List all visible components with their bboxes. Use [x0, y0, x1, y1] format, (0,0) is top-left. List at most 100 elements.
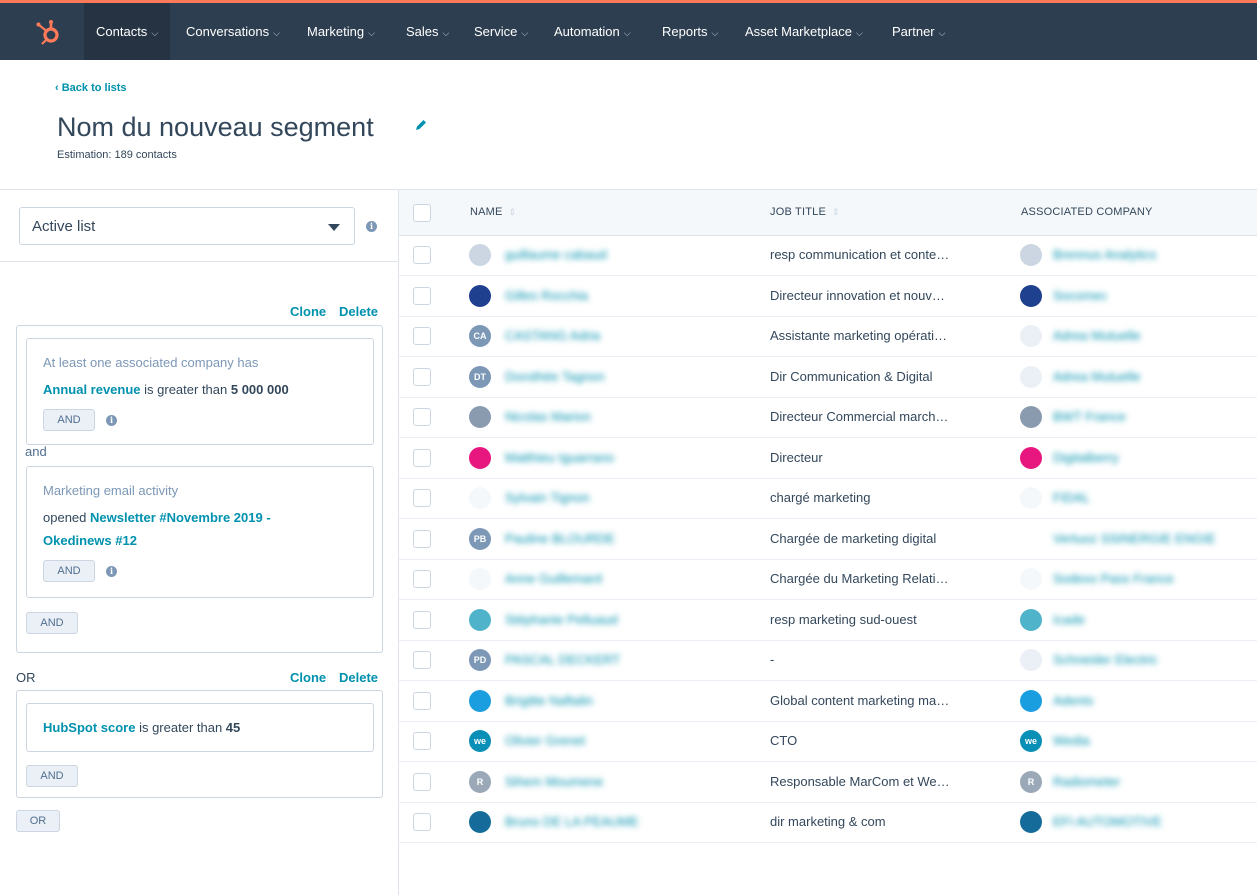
back-to-lists-link[interactable]: ‹ Back to lists — [55, 82, 127, 94]
row-checkbox[interactable] — [413, 651, 431, 669]
nav-sales[interactable]: Sales ⌵ — [406, 3, 449, 60]
filter-operator: opened — [43, 510, 90, 525]
contact-name-link[interactable]: PASCAL DECKERT — [505, 652, 620, 667]
contact-name-link[interactable]: Brigitte Naftalin — [505, 693, 593, 708]
column-header-company[interactable]: ASSOCIATED COMPANY — [1021, 206, 1153, 218]
company-name-link[interactable]: Brennus Analytics — [1053, 247, 1156, 262]
contact-name-link[interactable]: Bruno DE LA PEAUME — [505, 814, 639, 829]
company-name-link[interactable]: Adents — [1053, 693, 1093, 708]
and-group-button[interactable]: AND — [26, 765, 78, 787]
company-name-link[interactable]: Adrea Mutuelle — [1053, 369, 1140, 384]
table-row[interactable]: R Sihem Moumene Responsable MarCom et We… R… — [399, 762, 1257, 803]
filter-card[interactable]: HubSpot score is greater than 45 — [26, 703, 374, 752]
table-row[interactable]: Bruno DE LA PEAUME dir marketing & com EFI… — [399, 802, 1257, 843]
contact-name-link[interactable]: guillaume cabaud — [505, 247, 607, 262]
table-row[interactable]: guillaume cabaud resp communication et co… — [399, 235, 1257, 276]
nav-automation[interactable]: Automation ⌵ — [554, 3, 631, 60]
company-name-link[interactable]: Adrea Mutuelle — [1053, 328, 1140, 343]
column-header-name[interactable]: NAME ⇕ — [470, 206, 516, 218]
contact-name-link[interactable]: Anne Guillemard — [505, 571, 602, 586]
clone-group-1-link[interactable]: Clone — [290, 304, 326, 319]
company-name-link[interactable]: Vertuoz SSINERGIE ENGIE — [1053, 531, 1216, 546]
job-title: Chargée du Marketing Relati… — [770, 571, 949, 586]
table-row[interactable]: CA CASTANG Adria Assistante marketing opér… — [399, 316, 1257, 357]
row-checkbox[interactable] — [413, 691, 431, 710]
company-name-link[interactable]: EFI AUTOMOTIVE — [1053, 814, 1162, 829]
contact-name-link[interactable]: Sihem Moumene — [505, 774, 603, 789]
table-row[interactable]: DT Dorothée Tagnon Dir Communication & Dig… — [399, 357, 1257, 398]
table-row[interactable]: PB Pauline BLOURDE Chargée de marketing di… — [399, 519, 1257, 560]
row-checkbox[interactable] — [413, 610, 431, 629]
delete-group-2-link[interactable]: Delete — [339, 670, 378, 685]
job-title: chargé marketing — [770, 490, 871, 505]
nav-partner[interactable]: Partner ⌵ — [892, 3, 945, 60]
row-checkbox[interactable] — [413, 448, 431, 467]
row-checkbox[interactable] — [413, 408, 431, 426]
table-row[interactable]: Nicolas Marion Directeur Commercial march… — [399, 397, 1257, 438]
row-checkbox[interactable] — [413, 529, 431, 548]
table-row[interactable]: Sylvain Tignon chargé marketing FIDAL — [399, 478, 1257, 519]
table-row[interactable]: Anne Guillemard Chargée du Marketing Rela… — [399, 559, 1257, 600]
table-row[interactable]: Gilles Rocchia Directeur innovation et no… — [399, 276, 1257, 317]
contact-avatar — [469, 487, 491, 509]
delete-group-1-link[interactable]: Delete — [339, 304, 378, 319]
company-name-link[interactable]: BWT France — [1053, 409, 1126, 424]
nav-contacts[interactable]: Contacts ⌵ — [84, 3, 171, 60]
company-name-link[interactable]: Socomec — [1053, 288, 1107, 303]
nav-asset-marketplace[interactable]: Asset Marketplace ⌵ — [745, 3, 863, 60]
nav-reports[interactable]: Reports ⌵ — [662, 3, 718, 60]
row-checkbox[interactable] — [413, 570, 431, 588]
contact-name-link[interactable]: Olivier Grenet — [505, 733, 585, 748]
table-row[interactable]: PD PASCAL DECKERT - Schneider Electric — [399, 640, 1257, 681]
column-header-job-title[interactable]: JOB TITLE ⇕ — [770, 206, 840, 218]
table-row[interactable]: Stéphanie Pelluaud resp marketing sud-oue… — [399, 600, 1257, 641]
company-name-link[interactable]: Radiometer — [1053, 774, 1120, 789]
info-icon[interactable]: i — [106, 415, 117, 426]
company-name-link[interactable]: Digitalberry — [1053, 450, 1119, 465]
or-button[interactable]: OR — [16, 810, 60, 832]
hubspot-logo-icon[interactable] — [34, 18, 62, 46]
company-name-link[interactable]: Wedia — [1053, 733, 1090, 748]
and-button[interactable]: AND — [43, 409, 95, 431]
nav-conversations[interactable]: Conversations ⌵ — [186, 3, 280, 60]
table-row[interactable]: Brigitte Naftalin Global content marketin… — [399, 681, 1257, 722]
row-checkbox[interactable] — [413, 772, 431, 791]
row-checkbox[interactable] — [413, 246, 431, 264]
contact-name-link[interactable]: Dorothée Tagnon — [505, 369, 605, 384]
pencil-icon[interactable] — [414, 118, 428, 132]
contact-name-link[interactable]: Stéphanie Pelluaud — [505, 612, 618, 627]
company-logo — [1020, 365, 1042, 388]
filter-card[interactable]: Marketing email activity opened Newslett… — [26, 466, 374, 598]
row-checkbox[interactable] — [413, 367, 431, 386]
clone-group-2-link[interactable]: Clone — [290, 670, 326, 685]
contact-name-link[interactable]: Gilles Rocchia — [505, 288, 588, 303]
list-type-select[interactable]: Active list — [19, 207, 355, 245]
row-checkbox[interactable] — [413, 327, 431, 345]
and-button[interactable]: AND — [43, 560, 95, 582]
row-checkbox[interactable] — [413, 732, 431, 750]
table-row[interactable]: we Olivier Grenet CTO we Wedia — [399, 721, 1257, 762]
company-name-link[interactable]: Schneider Electric — [1053, 652, 1158, 667]
contact-name-link[interactable]: CASTANG Adria — [505, 328, 600, 343]
contact-name-link[interactable]: Sylvain Tignon — [505, 490, 590, 505]
info-icon[interactable]: i — [366, 221, 377, 232]
info-icon[interactable]: i — [106, 566, 117, 577]
contact-name-link[interactable]: Nicolas Marion — [505, 409, 591, 424]
divider — [0, 261, 398, 262]
contact-name-link[interactable]: Matthieu Iguarrano — [505, 450, 614, 465]
row-checkbox[interactable] — [413, 489, 431, 507]
nav-service[interactable]: Service ⌵ — [474, 3, 528, 60]
table-row[interactable]: Matthieu Iguarrano Directeur Digitalberry — [399, 438, 1257, 479]
and-group-button[interactable]: AND — [26, 612, 78, 634]
nav-label: Partner — [892, 24, 935, 39]
nav-marketing[interactable]: Marketing ⌵ — [307, 3, 375, 60]
company-name-link[interactable]: Sodexo Pass France — [1053, 571, 1174, 586]
row-checkbox[interactable] — [413, 813, 431, 831]
company-name-link[interactable]: Icade — [1053, 612, 1085, 627]
select-all-checkbox[interactable] — [413, 204, 431, 222]
company-name-link[interactable]: FIDAL — [1053, 490, 1090, 505]
contact-name-link[interactable]: Pauline BLOURDE — [505, 531, 615, 546]
filter-card[interactable]: At least one associated company has Annu… — [26, 338, 374, 445]
company-logo — [1020, 244, 1042, 266]
row-checkbox[interactable] — [413, 286, 431, 305]
